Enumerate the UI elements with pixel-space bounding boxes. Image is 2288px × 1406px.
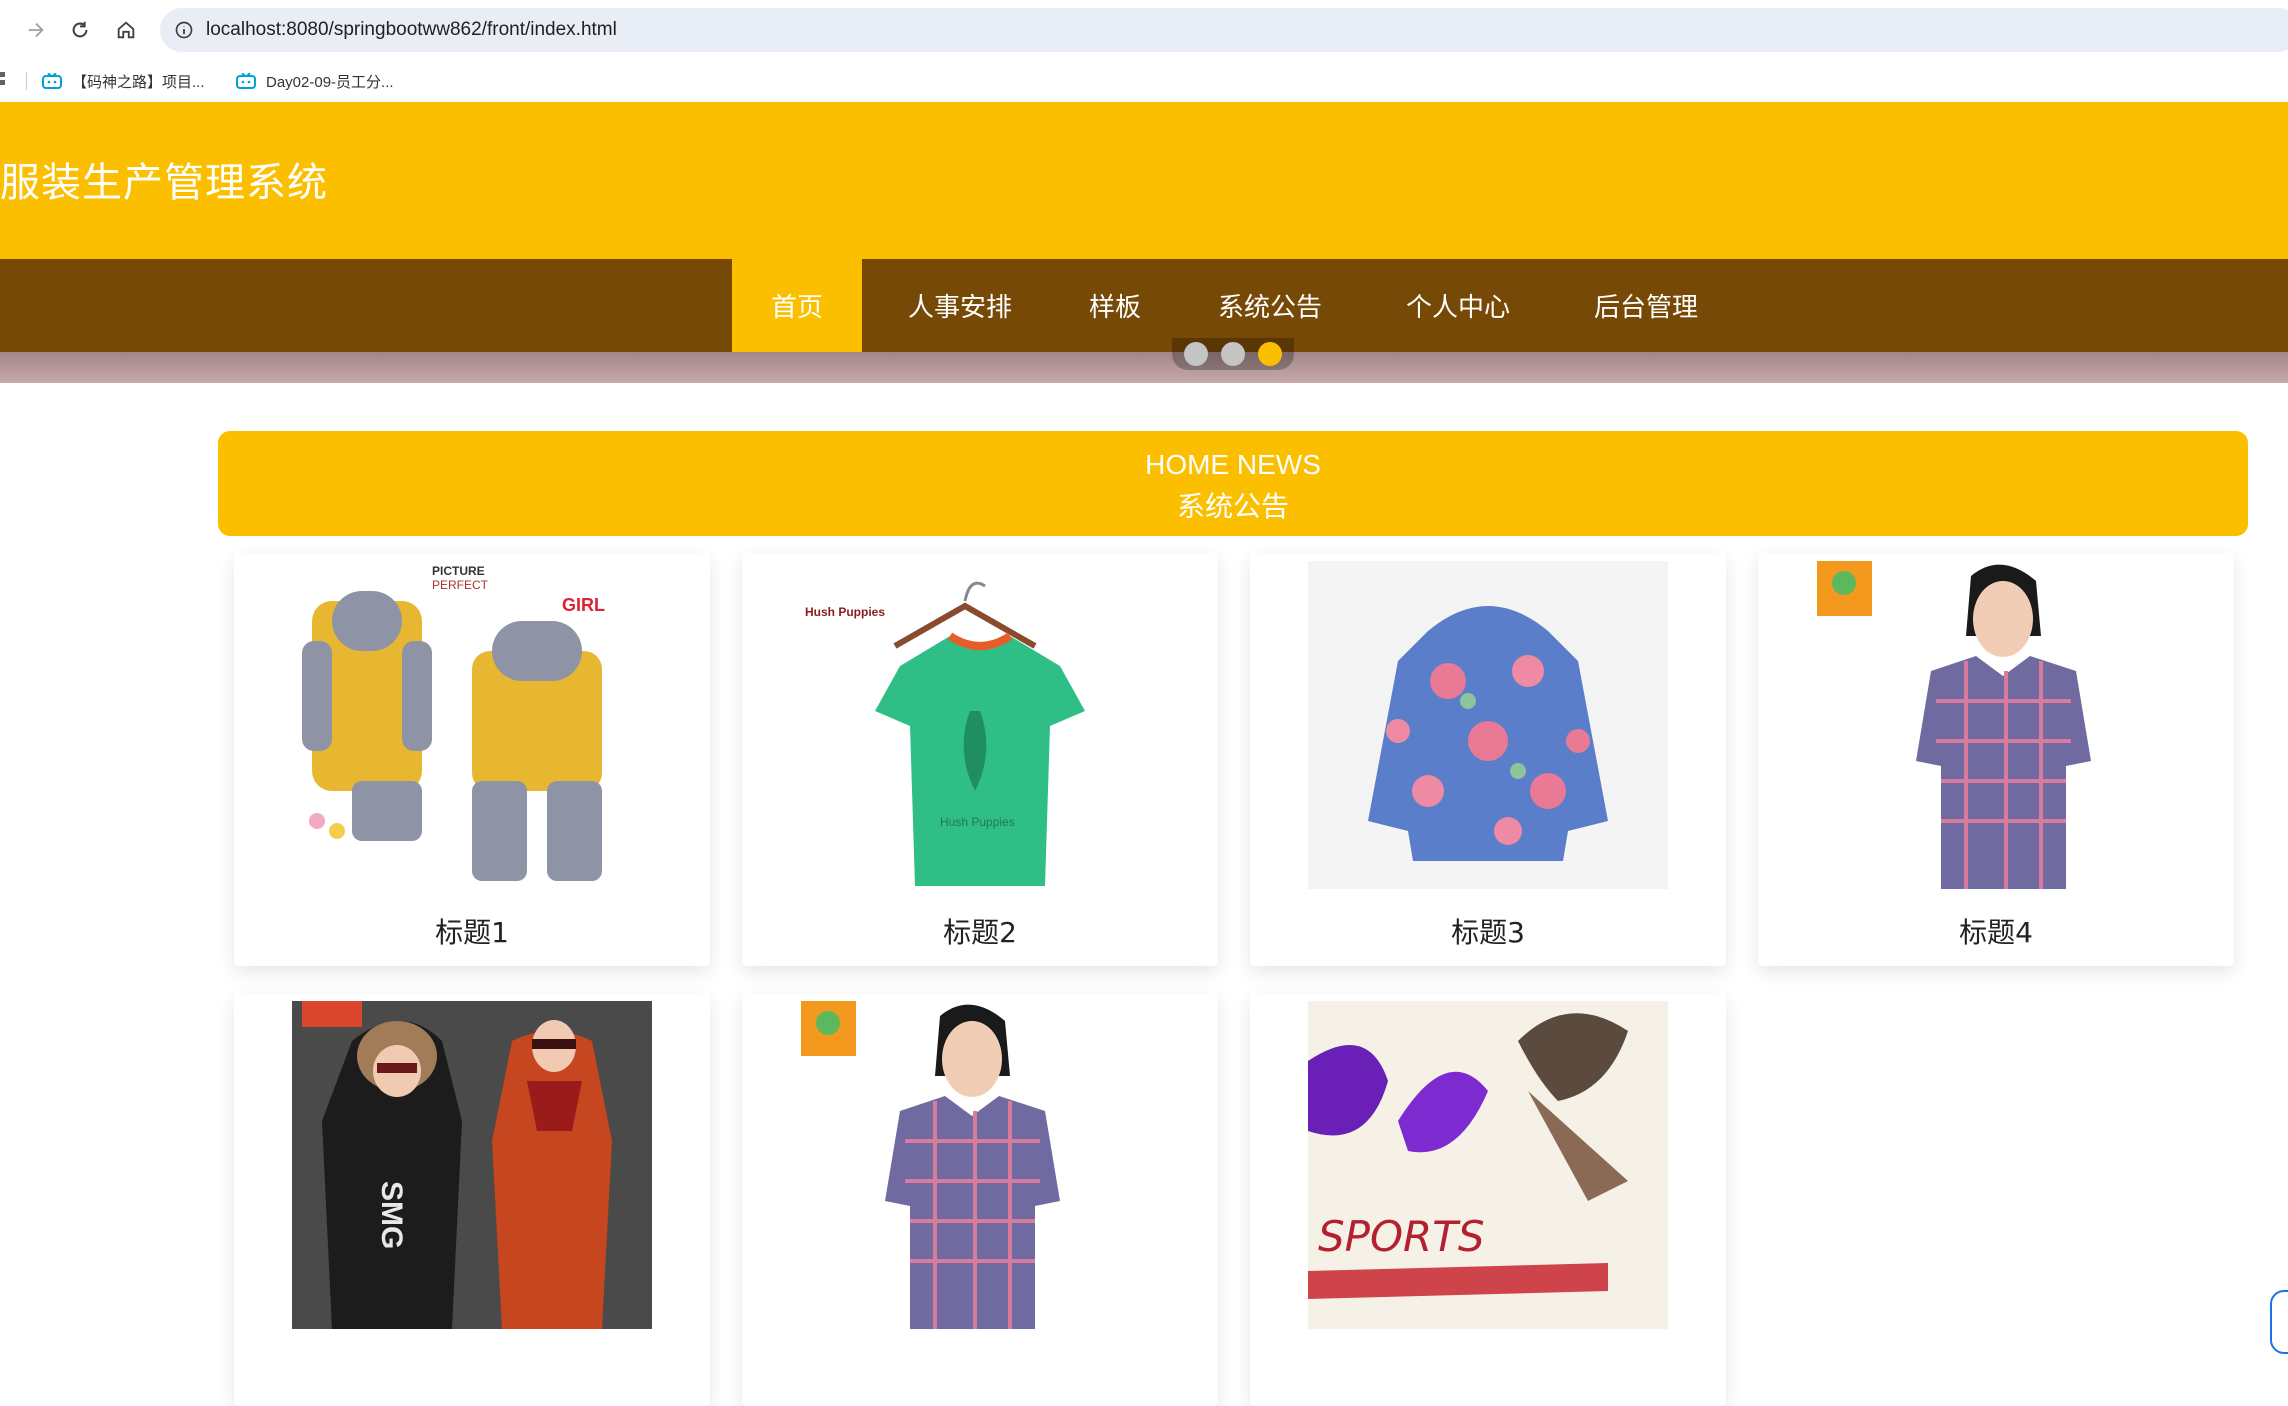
- nav-item-label: 系统公告: [1217, 293, 1322, 323]
- nav-item-label: 人事安排: [907, 293, 1012, 323]
- svg-text:PERFECT: PERFECT: [432, 578, 489, 592]
- card-title: 标题2: [943, 916, 1017, 949]
- carousel-indicators: [1172, 338, 1294, 370]
- svg-text:GIRL: GIRL: [562, 595, 605, 615]
- info-icon[interactable]: [174, 20, 194, 40]
- news-card[interactable]: 标题4: [1758, 553, 2234, 966]
- nav-item-admin[interactable]: 后台管理: [1576, 259, 1716, 352]
- home-icon: [117, 21, 135, 39]
- bookmark-item-2[interactable]: Day02-09-员工分...: [236, 66, 394, 96]
- nav-item-profile[interactable]: 个人中心: [1388, 259, 1528, 352]
- nav-item-staffing[interactable]: 人事安排: [890, 259, 1030, 352]
- bookmark-separator: [26, 72, 27, 90]
- svg-text:Hush Puppies: Hush Puppies: [805, 605, 885, 619]
- floral-jacket-image[interactable]: [1308, 561, 1668, 889]
- card-title: 标题1: [435, 916, 509, 949]
- kids-winter-coats-image[interactable]: SMG: [292, 1001, 652, 1329]
- bookmark-item-1[interactable]: 【码神之路】项目...: [42, 66, 205, 96]
- forward-button[interactable]: [16, 10, 56, 50]
- svg-text:Hush Puppies: Hush Puppies: [940, 815, 1015, 829]
- reload-button[interactable]: [60, 10, 100, 50]
- bookmarks-bar: 【码神之路】项目... Day02-09-员工分...: [0, 60, 2288, 103]
- url-text[interactable]: localhost:8080/springbootww862/front/ind…: [206, 19, 617, 41]
- girl-plaid-shirt-image[interactable]: [800, 1001, 1160, 1329]
- apps-grid-icon[interactable]: [0, 70, 6, 88]
- nav-item-home[interactable]: 首页: [732, 259, 862, 352]
- nav-item-label: 首页: [770, 293, 823, 323]
- nav-item-samples[interactable]: 样板: [1060, 259, 1170, 352]
- girl-plaid-shirt-image[interactable]: [1816, 561, 2176, 889]
- svg-text:SPORTS: SPORTS: [1318, 1212, 1485, 1261]
- carousel-dot-1[interactable]: [1184, 342, 1208, 366]
- news-card[interactable]: SMG: [234, 993, 710, 1406]
- news-card[interactable]: Hush Puppies Hush Puppies 标题2: [742, 553, 1218, 966]
- address-bar[interactable]: localhost:8080/springbootww862/front/ind…: [160, 8, 2288, 52]
- news-card[interactable]: 标题3: [1250, 553, 1726, 966]
- bilibili-icon: [236, 73, 256, 89]
- carousel-dot-2[interactable]: [1221, 342, 1245, 366]
- kids-tracksuit-image[interactable]: PICTURE PERFECT GIRL: [292, 561, 652, 889]
- reload-icon: [72, 21, 88, 38]
- bookmark-label: 【码神之路】项目...: [72, 73, 205, 91]
- news-section-header: HOME NEWS 系统公告: [218, 431, 2248, 536]
- news-card[interactable]: PICTURE PERFECT GIRL 标题1: [234, 553, 710, 966]
- site-header: 服装生产管理系统: [0, 102, 2288, 259]
- carousel-dot-3[interactable]: [1258, 342, 1282, 366]
- nav-item-label: 样板: [1088, 293, 1141, 323]
- arrow-right-icon: [28, 22, 44, 38]
- news-card[interactable]: SPORTS: [1250, 993, 1726, 1406]
- scroll-handle[interactable]: [2270, 1290, 2288, 1354]
- svg-text:SMG: SMG: [375, 1181, 408, 1249]
- news-heading-en: HOME NEWS: [1145, 449, 1321, 480]
- news-heading-cn: 系统公告: [1176, 490, 1289, 523]
- bilibili-icon: [42, 73, 62, 89]
- nav-item-label: 后台管理: [1593, 293, 1698, 323]
- site-title: 服装生产管理系统: [0, 160, 328, 206]
- nav-item-label: 个人中心: [1405, 293, 1510, 323]
- home-button[interactable]: [106, 10, 146, 50]
- sports-poster-image[interactable]: SPORTS: [1308, 1001, 1668, 1329]
- svg-text:PICTURE: PICTURE: [432, 564, 485, 578]
- card-title: 标题4: [1959, 916, 2033, 949]
- main-nav: 首页 人事安排 样板 系统公告 个人中心 后台管理: [0, 259, 2288, 352]
- browser-toolbar: localhost:8080/springbootww862/front/ind…: [0, 0, 2288, 60]
- bookmark-label: Day02-09-员工分...: [266, 73, 394, 91]
- card-title: 标题3: [1451, 916, 1525, 949]
- green-tshirt-image[interactable]: Hush Puppies Hush Puppies: [800, 561, 1160, 889]
- news-card[interactable]: [742, 993, 1218, 1406]
